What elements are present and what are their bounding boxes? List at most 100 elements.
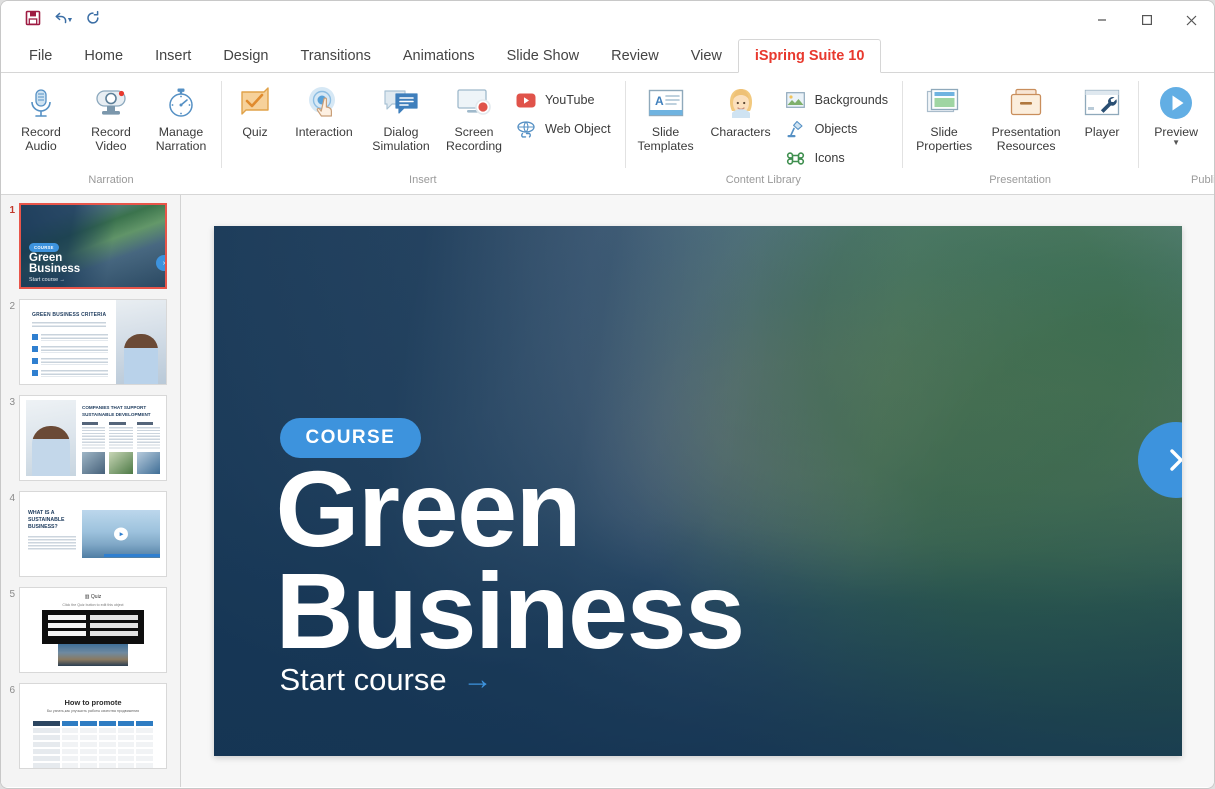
- web-object-icon: [515, 119, 537, 139]
- thumbnail-slide-6[interactable]: How to promote Бы узнать,как улучшить ра…: [19, 683, 167, 769]
- thumbnail-3-title: COMPANIES THAT SUPPORT SUSTAINABLE DEVEL…: [82, 404, 160, 418]
- web-object-label: Web Object: [545, 122, 611, 136]
- youtube-button[interactable]: YouTube: [511, 87, 619, 113]
- backgrounds-label: Backgrounds: [815, 93, 889, 107]
- minimize-button[interactable]: [1079, 1, 1124, 39]
- group-label-insert: Insert: [409, 174, 437, 194]
- ribbon: Record Audio: [1, 73, 1214, 195]
- backgrounds-button[interactable]: Backgrounds: [781, 87, 897, 113]
- save-icon: [25, 10, 41, 31]
- player-button[interactable]: Player: [1072, 79, 1132, 141]
- manage-narration-button[interactable]: Manage Narration: [147, 79, 215, 155]
- presentation-resources-button[interactable]: Presentation Resources: [982, 79, 1070, 155]
- thumbnail-number: 6: [5, 683, 19, 696]
- objects-label: Objects: [815, 122, 858, 136]
- tab-transitions[interactable]: Transitions: [284, 40, 386, 73]
- play-circle-icon: [1158, 83, 1194, 123]
- thumbnail-number: 4: [5, 491, 19, 504]
- thumbnail-2-paragraph: [32, 322, 106, 329]
- list-item[interactable]: 1 COURSE Green Business Start course → ›: [1, 203, 180, 289]
- chevron-down-icon[interactable]: ▼: [1154, 140, 1198, 146]
- thumbnail-slide-1[interactable]: COURSE Green Business Start course → ›: [19, 203, 167, 289]
- ribbon-group-content-library: A Slide Templates: [625, 73, 903, 194]
- list-item[interactable]: 2 GREEN BUSINESS CRITERIA: [1, 299, 180, 385]
- slide-templates-label-1: Slide: [638, 125, 694, 139]
- record-video-label-1: Record: [91, 125, 131, 139]
- screen-recording-button[interactable]: Screen Recording: [439, 79, 509, 155]
- web-object-button[interactable]: Web Object: [511, 116, 619, 142]
- slide-canvas[interactable]: COURSE Green Business Start course →: [181, 195, 1214, 787]
- slide-thumbnail-panel[interactable]: 1 COURSE Green Business Start course → ›…: [1, 195, 181, 787]
- start-course-link[interactable]: Start course →: [280, 662, 493, 698]
- thumbnail-number: 1: [5, 203, 19, 216]
- svg-text:A: A: [655, 94, 664, 108]
- tab-slide-show[interactable]: Slide Show: [491, 40, 596, 73]
- start-course-label: Start course: [280, 662, 447, 698]
- thumbnail-1-next-icon: ›: [156, 255, 167, 271]
- thumbnail-6-table: [32, 720, 154, 766]
- tab-review[interactable]: Review: [595, 40, 675, 73]
- redo-button[interactable]: [79, 8, 107, 32]
- thumbnail-5-title-text: Quiz: [91, 594, 101, 600]
- thumbnail-1-title: Green Business: [29, 253, 80, 275]
- tab-view[interactable]: View: [675, 40, 738, 73]
- tab-animations[interactable]: Animations: [387, 40, 491, 73]
- tab-insert[interactable]: Insert: [139, 40, 207, 73]
- list-item[interactable]: 6 How to promote Бы узнать,как улучшить …: [1, 683, 180, 769]
- quick-access-toolbar: ▼: [1, 8, 107, 32]
- quiz-button[interactable]: Quiz: [227, 79, 283, 141]
- tab-home[interactable]: Home: [68, 40, 139, 73]
- webcam-icon: [93, 83, 129, 123]
- dialog-simulation-button[interactable]: Dialog Simulation: [365, 79, 437, 155]
- presentation-resources-label-2: Resources: [992, 139, 1061, 153]
- chevron-right-icon: [1161, 445, 1182, 475]
- group-label-publish: Publish: [1191, 174, 1215, 194]
- list-item[interactable]: 4 WHAT IS A SUSTAINABLE BUSINESS?: [1, 491, 180, 577]
- slide-templates-button[interactable]: A Slide Templates: [631, 79, 701, 155]
- objects-button[interactable]: Objects: [781, 116, 897, 142]
- maximize-button[interactable]: [1124, 1, 1169, 39]
- dialog-simulation-label-2: Simulation: [372, 139, 429, 153]
- tab-ispring-suite-10[interactable]: iSpring Suite 10: [738, 39, 882, 73]
- thumbnail-slide-5[interactable]: ▥ Quiz Click the Quiz button to edit thi…: [19, 587, 167, 673]
- preview-label: Preview: [1154, 125, 1198, 139]
- interaction-button[interactable]: Interaction: [285, 79, 363, 141]
- wrench-window-icon: [1083, 83, 1121, 123]
- list-item[interactable]: 5 ▥ Quiz Click the Quiz button to edit t…: [1, 587, 180, 673]
- thumbnail-2-bullet: [32, 334, 108, 342]
- thumbnail-slide-2[interactable]: GREEN BUSINESS CRITERIA: [19, 299, 167, 385]
- thumbnail-slide-3[interactable]: COMPANIES THAT SUPPORT SUSTAINABLE DEVEL…: [19, 395, 167, 481]
- save-button[interactable]: [19, 8, 47, 32]
- record-audio-button[interactable]: Record Audio: [7, 79, 75, 155]
- thumbnail-3-photo: [26, 400, 76, 476]
- thumbnail-1-cta: Start course →: [29, 277, 65, 283]
- youtube-label: YouTube: [545, 93, 595, 107]
- preview-button[interactable]: Preview ▼: [1144, 79, 1208, 148]
- characters-button[interactable]: Characters: [703, 79, 779, 141]
- thumbnail-5-subtitle: Click the Quiz button to edit this objec…: [20, 603, 166, 607]
- slide-properties-button[interactable]: Slide Properties: [908, 79, 980, 155]
- thumbnail-1-badge: COURSE: [29, 243, 59, 252]
- list-item[interactable]: 3 COMPANIES THAT SUPPORT SUSTAINABLE DEV…: [1, 395, 180, 481]
- slide-templates-label-2: Templates: [638, 139, 694, 153]
- screen-record-icon: [456, 83, 492, 123]
- close-button[interactable]: [1169, 1, 1214, 39]
- icons-button[interactable]: Icons: [781, 145, 897, 171]
- publish-button[interactable]: Publish: [1210, 79, 1215, 141]
- tab-file[interactable]: File: [13, 40, 68, 73]
- screen-recording-label-1: Screen: [446, 125, 502, 139]
- thumbnail-4-title: WHAT IS A SUSTAINABLE BUSINESS?: [28, 510, 74, 531]
- slide-properties-label-2: Properties: [916, 139, 972, 153]
- dialog-bubbles-icon: [383, 83, 419, 123]
- thumbnail-1-title-line2: Business: [29, 263, 80, 275]
- thumbnail-slide-4[interactable]: WHAT IS A SUSTAINABLE BUSINESS?: [19, 491, 167, 577]
- current-slide[interactable]: COURSE Green Business Start course →: [214, 226, 1182, 756]
- thumbnail-number: 2: [5, 299, 19, 312]
- tab-design[interactable]: Design: [207, 40, 284, 73]
- picture-icon: [785, 90, 807, 110]
- player-label: Player: [1085, 125, 1120, 139]
- record-video-button[interactable]: Record Video: [77, 79, 145, 155]
- undo-button[interactable]: ▼: [49, 8, 77, 32]
- thumbnail-5-title: ▥ Quiz: [20, 594, 166, 600]
- quiz-label: Quiz: [242, 125, 267, 139]
